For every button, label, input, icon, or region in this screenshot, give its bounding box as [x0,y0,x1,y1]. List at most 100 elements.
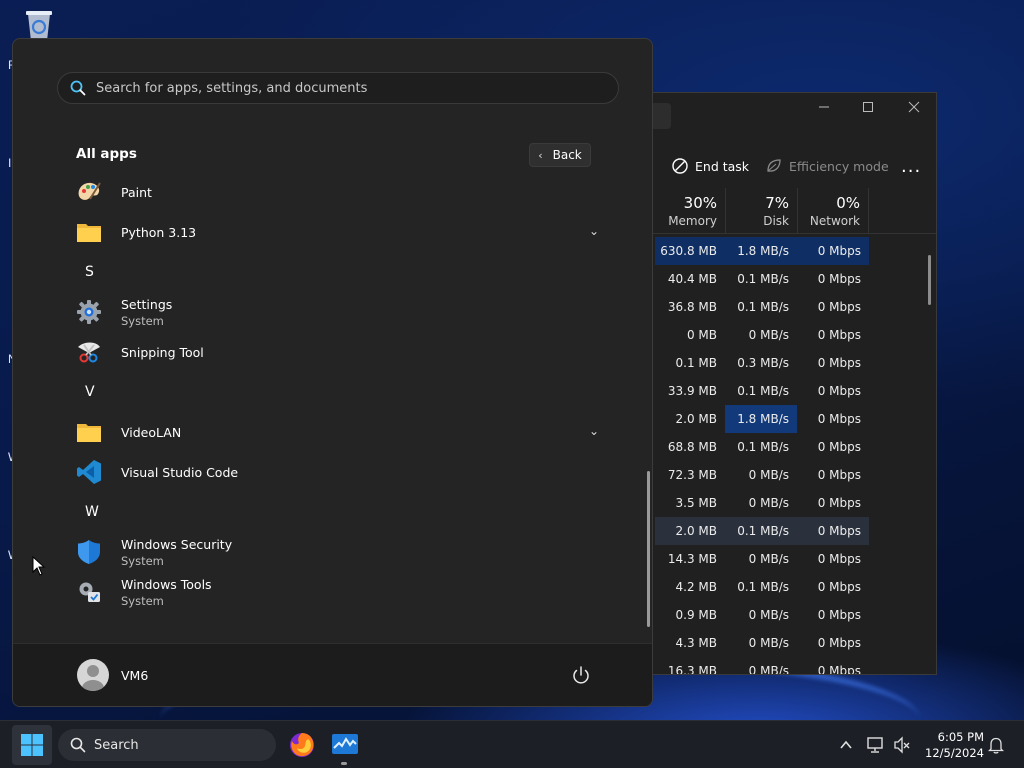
memory-cell: 2.0 MB [655,517,725,545]
memory-cell: 14.3 MB [667,552,717,566]
disk-cell: 0 MB/s [748,328,789,342]
end-task-button[interactable]: End task [671,151,749,181]
close-icon[interactable] [899,97,929,121]
process-row[interactable]: 33.9 MB 0.1 MB/s 0 Mbps [641,377,936,405]
efficiency-mode-label: Efficiency mode [789,158,889,174]
process-row[interactable]: 40.4 MB 0.1 MB/s 0 Mbps [641,265,936,293]
paint-icon [75,178,103,206]
app-item-snipping-tool[interactable]: Snipping Tool [73,334,603,370]
notification-bell-icon[interactable] [986,735,1006,755]
memory-cell: 40.4 MB [667,272,717,286]
network-cell: 0 Mbps [817,636,861,650]
clock-time: 6:05 PM [937,730,984,744]
more-options-icon[interactable]: ... [901,151,921,181]
app-subtitle: System [121,313,164,328]
process-row[interactable]: 0.1 MB 0.3 MB/s 0 Mbps [641,349,936,377]
letter-header-s[interactable]: S [85,264,94,280]
search-icon [70,737,86,753]
all-apps-title: All apps [76,146,137,162]
memory-cell: 4.3 MB [675,636,717,650]
process-row[interactable]: 0.9 MB 0 MB/s 0 Mbps [641,601,936,629]
process-row[interactable]: 16.3 MB 0 MB/s 0 Mbps [641,657,936,674]
network-cell: 0 Mbps [817,272,861,286]
taskbar-search-box[interactable]: Search [58,729,276,761]
disk-cell: 0 MB/s [748,468,789,482]
process-row[interactable]: 630.8 MB 1.8 MB/s 0 Mbps [641,237,936,265]
start-search-box[interactable] [57,72,619,104]
disk-column-header[interactable]: 7% Disk [725,188,797,234]
process-row[interactable]: 72.3 MB 0 MB/s 0 Mbps [641,461,936,489]
recycle-bin-icon[interactable] [22,8,56,42]
app-item-paint[interactable]: Paint [73,174,603,210]
chevron-down-icon[interactable]: ⌄ [589,224,599,238]
process-row[interactable]: 4.3 MB 0 MB/s 0 Mbps [641,629,936,657]
network-cell: 0 Mbps [817,552,861,566]
network-cell: 0 Mbps [797,517,869,545]
end-task-icon [672,158,688,174]
user-avatar-icon[interactable] [77,659,109,691]
letter-header-v[interactable]: V [85,384,95,400]
process-list: 630.8 MB 1.8 MB/s 0 Mbps 40.4 MB 0.1 MB/s 0 M… [641,237,936,674]
process-row[interactable]: 68.8 MB 0.1 MB/s 0 Mbps [641,433,936,461]
disk-cell: 1.8 MB/s [725,405,797,433]
folder-icon [75,418,103,446]
start-button[interactable] [12,725,52,765]
start-search-input[interactable] [96,80,596,96]
app-item-videolan-folder[interactable]: VideoLAN ⌄ [73,414,603,450]
disk-cell: 0.1 MB/s [737,440,789,454]
app-item-python-folder[interactable]: Python 3.13 ⌄ [73,214,603,250]
process-row[interactable]: 2.0 MB 0.1 MB/s 0 Mbps [641,517,936,545]
desktop-icon-label[interactable]: I [8,156,11,170]
memory-cell: 72.3 MB [667,468,717,482]
network-icon[interactable] [866,735,886,755]
disk-percent: 7% [765,194,789,212]
network-cell: 0 Mbps [817,608,861,622]
power-icon[interactable] [569,664,593,688]
process-row[interactable]: 2.0 MB 1.8 MB/s 0 Mbps [641,405,936,433]
disk-cell: 0.1 MB/s [737,580,789,594]
memory-cell: 630.8 MB [655,237,725,265]
clock-date: 12/5/2024 [925,746,984,760]
task-manager-scrollbar[interactable] [928,255,931,305]
memory-column-header[interactable]: 30% Memory [655,188,725,234]
app-item-windows-security[interactable]: Windows Security System [73,534,603,570]
end-task-label: End task [695,158,750,174]
network-label: Network [809,214,860,228]
app-name: VideoLAN [121,424,182,440]
task-manager-taskbar-icon[interactable] [331,731,359,759]
taskbar-clock[interactable]: 6:05 PM 12/5/2024 [918,729,984,761]
maximize-icon[interactable] [853,97,883,121]
process-row[interactable]: 36.8 MB 0.1 MB/s 0 Mbps [641,293,936,321]
snipping-tool-icon [75,338,103,366]
app-item-windows-tools[interactable]: Windows Tools System [73,574,603,610]
app-name: Windows Tools [121,576,212,592]
windows-tools-icon [75,578,103,606]
memory-cell: 0.1 MB [675,356,717,370]
back-button[interactable]: ‹ Back [529,143,591,167]
minimize-icon[interactable] [809,97,839,121]
chevron-up-icon[interactable] [836,735,856,755]
start-menu-footer: VM6 [13,643,652,706]
letter-header-w[interactable]: W [85,504,99,520]
network-cell: 0 Mbps [817,580,861,594]
app-name: Python 3.13 [121,224,197,240]
app-item-settings[interactable]: Settings System [73,294,603,330]
volume-muted-icon[interactable] [892,735,912,755]
task-manager-titlebar [641,93,936,129]
app-name: Settings [121,296,173,312]
process-row[interactable]: 4.2 MB 0.1 MB/s 0 Mbps [641,573,936,601]
start-menu-scrollbar[interactable] [647,471,650,627]
efficiency-mode-button[interactable]: Efficiency mode [765,151,889,181]
process-row[interactable]: 14.3 MB 0 MB/s 0 Mbps [641,545,936,573]
memory-cell: 2.0 MB [675,412,717,426]
process-row[interactable]: 3.5 MB 0 MB/s 0 Mbps [641,489,936,517]
app-item-vscode[interactable]: Visual Studio Code [73,454,603,490]
firefox-icon[interactable] [288,731,316,759]
user-name[interactable]: VM6 [121,668,148,683]
app-name: Visual Studio Code [121,464,239,480]
process-row[interactable]: 0 MB 0 MB/s 0 Mbps [641,321,936,349]
memory-cell: 0.9 MB [675,608,717,622]
chevron-down-icon[interactable]: ⌄ [589,424,599,438]
memory-cell: 3.5 MB [675,496,717,510]
network-column-header[interactable]: 0% Network [797,188,869,234]
